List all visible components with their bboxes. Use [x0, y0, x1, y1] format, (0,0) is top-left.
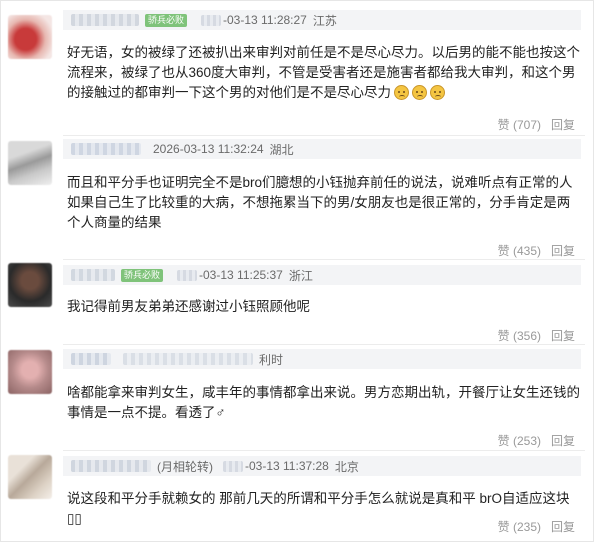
comment-time: -03-13 11:28:27 — [223, 13, 307, 27]
divider — [63, 259, 585, 260]
like-count: (253) — [512, 434, 541, 448]
user-badge: 骄兵必败 — [121, 268, 164, 282]
comment-location: 北京 — [334, 459, 359, 474]
reply-button[interactable]: 回复 — [551, 327, 575, 344]
like-label: 赞 — [497, 329, 510, 343]
like-label: 赞 — [497, 244, 510, 258]
like-button[interactable]: 赞 (356) — [498, 327, 541, 344]
year-blurred — [201, 14, 222, 26]
avatar[interactable] — [8, 15, 52, 59]
year-blurred — [177, 269, 198, 281]
avatar[interactable] — [8, 350, 52, 394]
comment-meta: (月相轮转) -03-13 11:37:28 北京 — [63, 456, 581, 476]
like-count: (235) — [512, 520, 541, 534]
comment-location: 湖北 — [269, 142, 294, 157]
like-count: (356) — [512, 329, 541, 343]
username-blurred[interactable] — [71, 460, 151, 472]
time-blurred — [123, 353, 253, 365]
like-button[interactable]: 赞 (707) — [498, 116, 541, 133]
comment-location: 江苏 — [312, 13, 337, 28]
user-tag: (月相轮转) — [157, 459, 213, 474]
comment-text: 好无语，女的被绿了还被扒出来审判对前任是不是尽心尽力。以后男的能不能也按这个流程… — [67, 43, 581, 103]
comment-meta: 2026-03-13 11:32:24 湖北 — [63, 139, 581, 159]
sad-face-icon — [412, 85, 427, 100]
comment-text: 我记得前男友弟弟还感谢过小钰照顾他呢 — [67, 299, 310, 314]
comment-actions: 赞 (356) 回复 — [498, 327, 575, 344]
comment-meta: 利时 — [63, 349, 581, 369]
comment-list: 骄兵必败 -03-13 11:28:27 江苏 好无语，女的被绿了还被扒出来审判… — [0, 0, 594, 542]
like-label: 赞 — [497, 118, 510, 132]
comment-time: -03-13 11:25:37 — [199, 268, 283, 282]
divider — [63, 344, 585, 345]
comment-actions: 赞 (235) 回复 — [498, 518, 575, 535]
reply-button[interactable]: 回复 — [551, 242, 575, 259]
comment-meta: 骄兵必败 -03-13 11:25:37 浙江 — [63, 265, 581, 285]
reply-button[interactable]: 回复 — [551, 518, 575, 535]
username-blurred[interactable] — [71, 353, 111, 365]
like-button[interactable]: 赞 (253) — [498, 432, 541, 449]
comment-actions: 赞 (707) 回复 — [498, 116, 575, 133]
like-count: (707) — [512, 118, 541, 132]
username-blurred[interactable] — [71, 14, 139, 26]
sad-face-icon — [430, 85, 445, 100]
comment-meta: 骄兵必败 -03-13 11:28:27 江苏 — [63, 10, 581, 30]
like-count: (435) — [512, 244, 541, 258]
divider — [63, 450, 585, 451]
comment-text: 而且和平分手也证明完全不是bro们臆想的小钰抛弃前任的说法，说难听点有正常的人如… — [67, 175, 573, 230]
avatar[interactable] — [8, 455, 52, 499]
like-button[interactable]: 赞 (435) — [498, 242, 541, 259]
comment-text: 啥都能拿来审判女生，咸丰年的事情都拿出来说。男方恋期出轨，开餐厅让女生还钱的事情… — [67, 385, 580, 420]
username-blurred[interactable] — [71, 269, 115, 281]
avatar[interactable] — [8, 141, 52, 185]
divider — [63, 135, 585, 136]
comment-location: 利时 — [259, 352, 284, 367]
username-blurred[interactable] — [71, 143, 141, 155]
comment-body: 好无语，女的被绿了还被扒出来审判对前任是不是尽心尽力。以后男的能不能也按这个流程… — [67, 45, 580, 100]
reply-button[interactable]: 回复 — [551, 116, 575, 133]
like-label: 赞 — [497, 520, 510, 534]
comment-actions: 赞 (253) 回复 — [498, 432, 575, 449]
avatar[interactable] — [8, 263, 52, 307]
comment-actions: 赞 (435) 回复 — [498, 242, 575, 259]
year-blurred — [223, 460, 243, 472]
user-badge: 骄兵必败 — [145, 13, 188, 27]
reply-button[interactable]: 回复 — [551, 432, 575, 449]
comment-location: 浙江 — [288, 268, 313, 283]
like-button[interactable]: 赞 (235) — [498, 518, 541, 535]
comment-time: -03-13 11:37:28 — [245, 459, 329, 473]
sad-face-icon — [394, 85, 409, 100]
like-label: 赞 — [497, 434, 510, 448]
comment-time: 2026-03-13 11:32:24 — [153, 142, 264, 156]
